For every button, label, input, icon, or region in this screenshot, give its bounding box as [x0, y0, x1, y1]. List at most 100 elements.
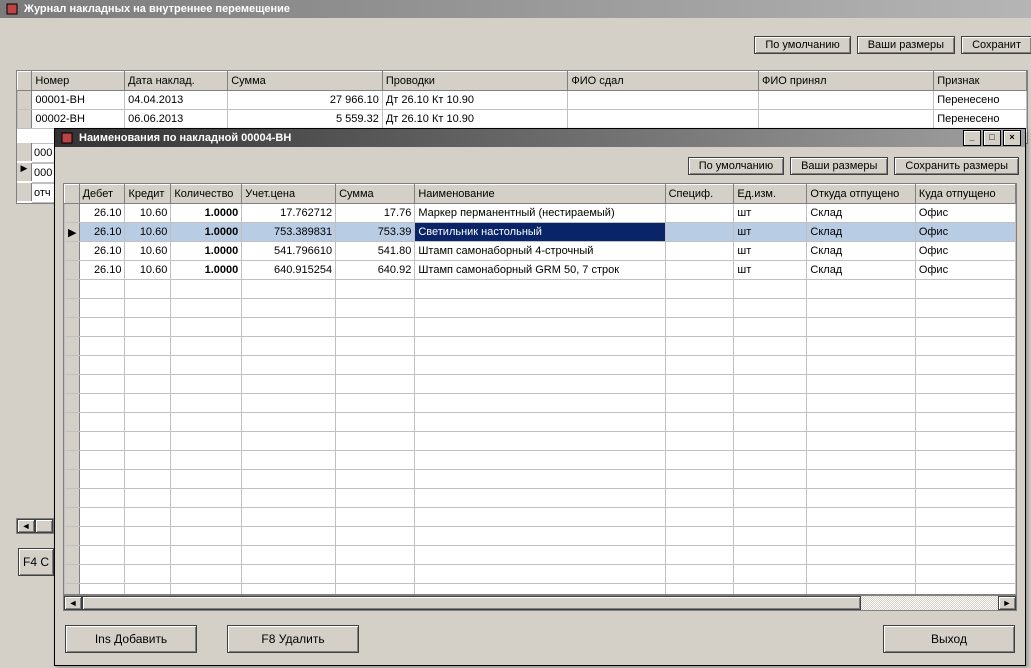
cell-empty[interactable]	[242, 432, 336, 451]
col-name[interactable]: Наименование	[415, 185, 665, 204]
cell-empty[interactable]	[807, 337, 915, 356]
cell-number[interactable]: 00002-ВН	[32, 110, 125, 129]
cell-to[interactable]: Офис	[915, 261, 1015, 280]
table-row-empty[interactable]	[65, 470, 1016, 489]
cell-empty[interactable]	[734, 546, 807, 565]
cell-empty[interactable]	[336, 356, 415, 375]
cell-empty[interactable]	[807, 546, 915, 565]
cell-unit[interactable]: шт	[734, 223, 807, 242]
scrollbar-track[interactable]	[82, 596, 998, 610]
cell-empty[interactable]	[336, 565, 415, 584]
col-gave[interactable]: ФИО сдал	[568, 72, 759, 91]
cell-empty[interactable]	[915, 413, 1015, 432]
cell-empty[interactable]	[415, 546, 665, 565]
save-sizes-button[interactable]: Сохранить размеры	[894, 157, 1019, 175]
cell-empty[interactable]	[665, 280, 734, 299]
cell-empty[interactable]	[415, 508, 665, 527]
table-row-empty[interactable]	[65, 280, 1016, 299]
cell-empty[interactable]	[915, 584, 1015, 596]
cell-empty[interactable]	[915, 337, 1015, 356]
exit-button[interactable]: Выход	[883, 625, 1015, 653]
table-row[interactable]: 26.1010.601.0000640.915254640.92Штамп са…	[65, 261, 1016, 280]
cell-empty[interactable]	[734, 375, 807, 394]
cell-empty[interactable]	[665, 489, 734, 508]
cell-empty[interactable]	[415, 280, 665, 299]
cell-spec[interactable]	[665, 204, 734, 223]
cell-sum[interactable]: 5 559.32	[228, 110, 383, 129]
cell-price[interactable]: 640.915254	[242, 261, 336, 280]
inner-titlebar[interactable]: Наименования по накладной 00004-ВН _ □ ×	[55, 129, 1025, 147]
cell-empty[interactable]	[171, 337, 242, 356]
your-sizes-button[interactable]: Ваши размеры	[857, 36, 955, 54]
cell-empty[interactable]	[807, 584, 915, 596]
cell-flag[interactable]: Перенесено	[934, 110, 1027, 129]
cell-gave[interactable]	[568, 110, 759, 129]
cell-qty[interactable]: 1.0000	[171, 204, 242, 223]
cell-empty[interactable]	[915, 299, 1015, 318]
cell-unit[interactable]: шт	[734, 242, 807, 261]
cell-from[interactable]: Склад	[807, 242, 915, 261]
cell-empty[interactable]	[415, 432, 665, 451]
cell-empty[interactable]	[125, 584, 171, 596]
cell-sum[interactable]: 753.39	[336, 223, 415, 242]
maximize-icon[interactable]: □	[983, 130, 1001, 146]
cell-empty[interactable]	[415, 470, 665, 489]
cell-empty[interactable]	[79, 565, 125, 584]
cell-empty[interactable]	[125, 394, 171, 413]
cell-empty[interactable]	[807, 413, 915, 432]
cell-empty[interactable]	[79, 413, 125, 432]
cell-empty[interactable]	[665, 470, 734, 489]
cell-empty[interactable]	[242, 451, 336, 470]
cell-empty[interactable]	[79, 470, 125, 489]
cell-empty[interactable]	[171, 299, 242, 318]
cell-empty[interactable]	[242, 318, 336, 337]
scrollbar-thumb[interactable]	[82, 596, 861, 610]
table-row[interactable]: 26.1010.601.0000541.796610541.80Штамп са…	[65, 242, 1016, 261]
cell-empty[interactable]	[171, 318, 242, 337]
cell-empty[interactable]	[242, 356, 336, 375]
cell-empty[interactable]	[79, 432, 125, 451]
cell-qty[interactable]: 1.0000	[171, 261, 242, 280]
cell-empty[interactable]	[79, 508, 125, 527]
cell-debit[interactable]: 26.10	[79, 204, 125, 223]
cell-to[interactable]: Офис	[915, 242, 1015, 261]
default-button[interactable]: По умолчанию	[688, 157, 784, 175]
cell-empty[interactable]	[915, 375, 1015, 394]
cell-empty[interactable]	[734, 394, 807, 413]
cell-empty[interactable]	[336, 280, 415, 299]
cell-empty[interactable]	[171, 584, 242, 596]
cell-empty[interactable]	[242, 280, 336, 299]
minimize-icon[interactable]: _	[963, 130, 981, 146]
cell-number[interactable]: 00001-ВН	[32, 91, 125, 110]
table-row[interactable]: ▶26.1010.601.0000753.389831753.39Светиль…	[65, 223, 1016, 242]
cell-empty[interactable]	[171, 394, 242, 413]
cell-empty[interactable]	[171, 508, 242, 527]
cell-empty[interactable]	[125, 356, 171, 375]
cell-date[interactable]: 06.06.2013	[125, 110, 228, 129]
cell-empty[interactable]	[665, 546, 734, 565]
cell-received[interactable]	[759, 110, 934, 129]
cell-empty[interactable]	[734, 318, 807, 337]
col-flag[interactable]: Признак	[934, 72, 1027, 91]
table-row[interactable]: 26.1010.601.000017.76271217.76Маркер пер…	[65, 204, 1016, 223]
cell-empty[interactable]	[915, 318, 1015, 337]
cell-empty[interactable]	[125, 470, 171, 489]
cell-empty[interactable]	[79, 546, 125, 565]
cell-empty[interactable]	[734, 584, 807, 596]
f4-button-fragment[interactable]: F4 С	[18, 548, 54, 576]
cell-empty[interactable]	[665, 565, 734, 584]
cell-empty[interactable]	[665, 318, 734, 337]
col-credit[interactable]: Кредит	[125, 185, 171, 204]
cell-from[interactable]: Склад	[807, 204, 915, 223]
cell-empty[interactable]	[807, 280, 915, 299]
cell-empty[interactable]	[336, 394, 415, 413]
table-row-empty[interactable]	[65, 489, 1016, 508]
cell-empty[interactable]	[242, 299, 336, 318]
cell-date[interactable]: 04.04.2013	[125, 91, 228, 110]
cell-empty[interactable]	[734, 356, 807, 375]
cell-flag[interactable]: Перенесено	[934, 91, 1027, 110]
cell-to[interactable]: Офис	[915, 204, 1015, 223]
outer-hscroll-fragment[interactable]: ◄	[16, 518, 54, 534]
cell-empty[interactable]	[242, 508, 336, 527]
cell-empty[interactable]	[171, 451, 242, 470]
